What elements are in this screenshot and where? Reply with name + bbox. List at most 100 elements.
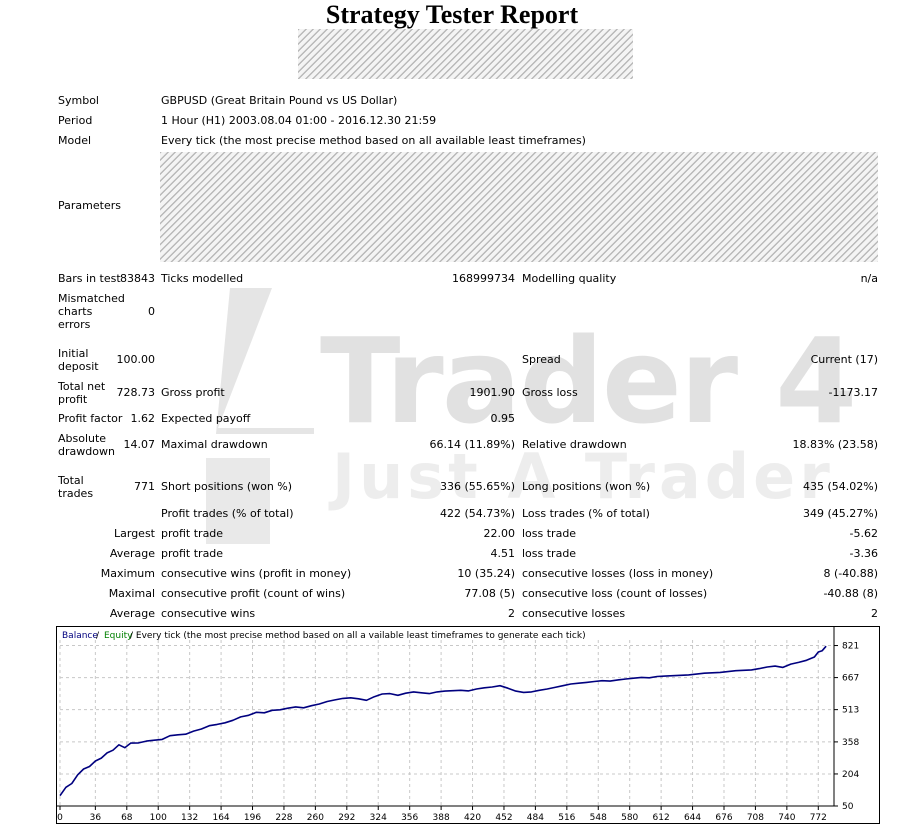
long-positions-label: Long positions (won %) [522,480,651,493]
long-positions-value: 435 (54.02%) [802,480,878,493]
deposit-label-2: deposit [58,360,99,373]
maximal-label: Maximal [108,587,155,600]
balance-chart: Balance / Equity / Every tick (the most … [56,626,880,824]
period-value: 1 Hour (H1) 2003.08.04 01:00 - 2016.12.3… [161,114,437,127]
y-tick-label: 513 [842,706,859,716]
gross-profit-value: 1901.90 [469,386,516,399]
x-tick-label: 292 [338,813,355,823]
maximal-loss-label: consecutive loss (count of losses) [522,587,708,600]
period-label: Period [58,114,93,127]
report-title: Strategy Tester Report [325,0,579,29]
x-tick-label: 132 [181,813,198,823]
model-label: Model [58,134,92,147]
model-value: Every tick (the most precise method base… [161,134,586,147]
parameters-label: Parameters [58,199,121,212]
abs-drawdown-label-1: Absolute [58,432,107,445]
x-tick-label: 388 [433,813,450,823]
x-tick-label: 708 [747,813,764,823]
redacted-header-image [298,29,633,79]
chart-frame [56,626,880,824]
quality-label: Modelling quality [522,272,617,285]
x-tick-label: 548 [590,813,607,823]
rel-drawdown-value: 18.83% (23.58) [792,438,878,451]
x-tick-label: 676 [715,813,732,823]
x-tick-label: 772 [810,813,827,823]
y-tick-label: 50 [842,802,854,812]
average-label: Average [109,547,155,560]
x-tick-label: 452 [495,813,512,823]
average-profit-label: profit trade [161,547,224,560]
largest-profit-value: 22.00 [483,527,516,540]
symbol-value: GBPUSD (Great Britain Pound vs US Dollar… [161,94,398,107]
maximal-profit-value: 77.08 (5) [464,587,515,600]
profit-factor-value: 1.62 [130,412,156,425]
avg-cons-wins-label: consecutive wins [161,607,256,620]
maximal-loss-value: -40.88 (8) [823,587,878,600]
average-profit-value: 4.51 [490,547,516,560]
spread-label: Spread [522,353,561,366]
y-tick-label: 667 [842,674,859,684]
max-cons-wins-value: 10 (35.24) [457,567,515,580]
symbol-label: Symbol [58,94,99,107]
y-tick-label: 204 [842,770,859,780]
rel-drawdown-label: Relative drawdown [522,438,627,451]
max-drawdown-label: Maximal drawdown [161,438,268,451]
x-tick-label: 196 [244,813,261,823]
avg-cons-losses-value: 2 [871,607,878,620]
quality-value: n/a [860,272,878,285]
x-tick-label: 580 [621,813,638,823]
gross-loss-label: Gross loss [522,386,578,399]
x-tick-label: 228 [275,813,292,823]
mismatch-label-2: charts [58,305,93,318]
x-tick-label: 516 [558,813,575,823]
maximum-label: Maximum [100,567,155,580]
profit-trades-label: Profit trades (% of total) [161,507,294,520]
y-tick-label: 358 [842,738,859,748]
expected-payoff-label: Expected payoff [161,412,251,425]
mismatch-value: 0 [148,305,155,318]
avg-cons-losses-label: consecutive losses [522,607,626,620]
x-tick-label: 420 [464,813,481,823]
x-tick-label: 612 [653,813,670,823]
abs-drawdown-value: 14.07 [123,438,156,451]
gross-profit-label: Gross profit [161,386,225,399]
ticks-value: 168999734 [452,272,515,285]
largest-loss-value: -5.62 [849,527,878,540]
total-trades-value: 771 [134,480,155,493]
deposit-value: 100.00 [116,353,156,366]
maximal-profit-label: consecutive profit (count of wins) [161,587,346,600]
short-positions-value: 336 (55.65%) [439,480,515,493]
mismatch-label-3: errors [58,318,91,331]
x-tick-label: 356 [401,813,418,823]
net-value: 728.73 [116,386,156,399]
x-tick-label: 484 [527,813,544,823]
average-loss-value: -3.36 [849,547,878,560]
bars-value: 83843 [120,272,155,285]
net-label-2: profit [58,393,88,406]
x-tick-label: 164 [212,813,229,823]
spread-value: Current (17) [810,353,878,366]
x-tick-label: 644 [684,813,701,823]
x-tick-label: 36 [90,813,102,823]
max-cons-losses-label: consecutive losses (loss in money) [522,567,714,580]
legend-balance: Balance [62,631,98,641]
total-trades-label-1: Total [58,474,84,487]
legend-description: / Every tick (the most precise method ba… [130,631,586,641]
largest-label: Largest [114,527,155,540]
profit-trades-value: 422 (54.73%) [439,507,515,520]
x-tick-label: 0 [57,813,63,823]
largest-profit-label: profit trade [161,527,224,540]
x-tick-label: 100 [150,813,167,823]
net-label-1: Total net [58,380,106,393]
x-tick-label: 260 [307,813,324,823]
y-tick-label: 821 [842,642,859,652]
redacted-parameters [160,152,878,262]
ticks-label: Ticks modelled [161,272,244,285]
loss-trades-value: 349 (45.27%) [802,507,878,520]
max-cons-losses-value: 8 (-40.88) [823,567,878,580]
legend-equity: Equity [104,631,133,641]
short-positions-label: Short positions (won %) [161,480,293,493]
mismatch-label-1: Mismatched [58,292,125,305]
watermark-subtitle: Just A Trader [332,440,834,513]
largest-loss-label: loss trade [522,527,577,540]
